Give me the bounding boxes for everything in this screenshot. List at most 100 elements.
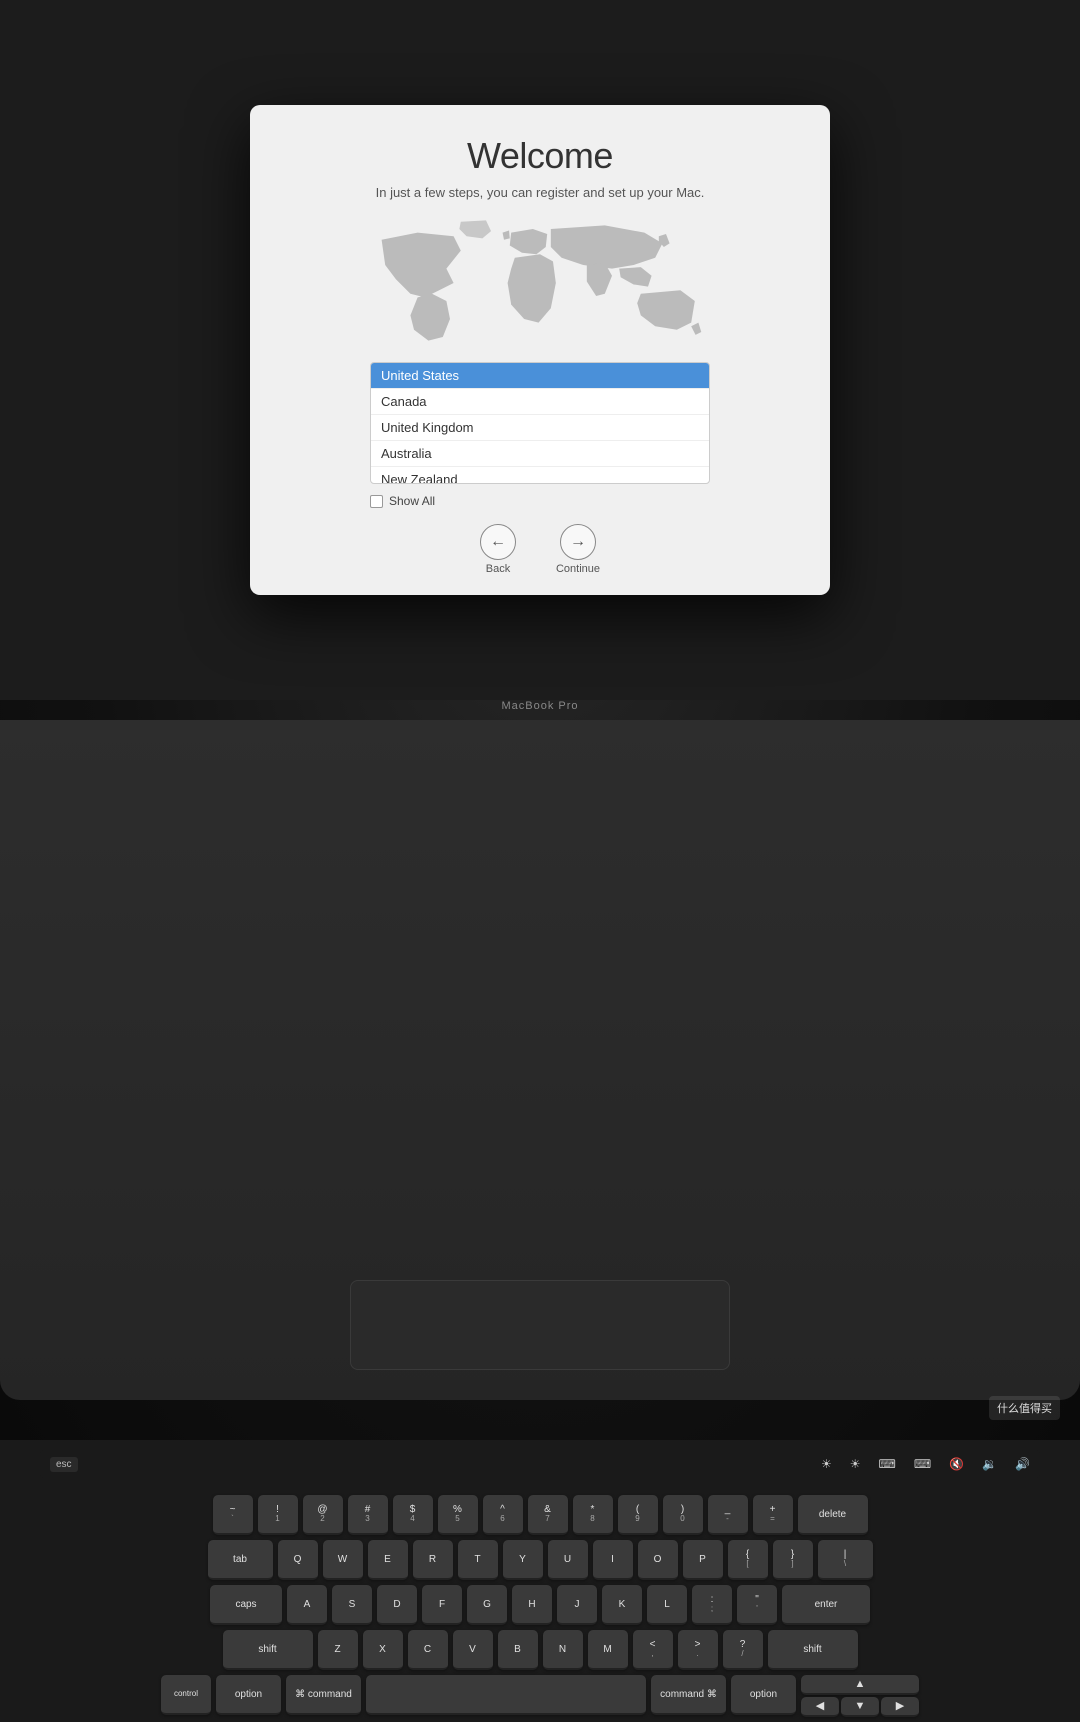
key-9[interactable]: (9 — [618, 1495, 658, 1535]
key-2[interactable]: @2 — [303, 1495, 343, 1535]
asdf-row: caps A S D F G H J K L :; "' enter — [25, 1585, 1055, 1625]
key-u[interactable]: U — [548, 1540, 588, 1580]
show-all-label: Show All — [389, 494, 435, 508]
qwerty-row: tab Q W E R T Y U I O P {[ }] |\ — [25, 1540, 1055, 1580]
window-subtitle: In just a few steps, you can register an… — [376, 185, 705, 200]
key-h[interactable]: H — [512, 1585, 552, 1625]
key-s[interactable]: S — [332, 1585, 372, 1625]
world-map-container — [290, 218, 790, 348]
key-slash[interactable]: ?/ — [723, 1630, 763, 1670]
back-label: Back — [486, 563, 510, 575]
keyboard: ~` !1 @2 #3 $4 %5 ^6 &7 *8 (9 )0 _- += d… — [25, 1495, 1055, 1722]
key-arrow-left[interactable]: ◀ — [801, 1697, 839, 1717]
key-shift-right[interactable]: shift — [768, 1630, 858, 1670]
keyboard-area: esc ☀ ☀ ⌨ ⌨ 🔇 🔉 🔊 ~` !1 @2 #3 $4 %5 ^6 &… — [0, 720, 1080, 1400]
country-item-au[interactable]: Australia — [371, 441, 709, 467]
key-rbracket[interactable]: }] — [773, 1540, 813, 1580]
key-z[interactable]: Z — [318, 1630, 358, 1670]
key-3[interactable]: #3 — [348, 1495, 388, 1535]
back-button[interactable]: ← Back — [480, 524, 516, 575]
key-enter[interactable]: enter — [782, 1585, 870, 1625]
key-w[interactable]: W — [323, 1540, 363, 1580]
key-comma[interactable]: <, — [633, 1630, 673, 1670]
key-4[interactable]: $4 — [393, 1495, 433, 1535]
world-map-icon — [360, 218, 720, 348]
key-arrow-down[interactable]: ▼ — [841, 1697, 879, 1717]
nav-buttons: ← Back → Continue — [480, 524, 600, 575]
key-delete[interactable]: delete — [798, 1495, 868, 1535]
country-item-nz[interactable]: New Zealand — [371, 467, 709, 484]
backlight-icon: ⌨ — [878, 1457, 895, 1471]
key-arrow-right[interactable]: ▶ — [881, 1697, 919, 1717]
brightness-up-icon: ☀ — [850, 1457, 861, 1471]
key-0[interactable]: )0 — [663, 1495, 703, 1535]
zxcv-row: shift Z X C V B N M <, >. ?/ shift — [25, 1630, 1055, 1670]
country-item-us[interactable]: United States — [371, 363, 709, 389]
key-d[interactable]: D — [377, 1585, 417, 1625]
volume-down-icon: 🔉 — [982, 1457, 997, 1471]
key-c[interactable]: C — [408, 1630, 448, 1670]
country-item-uk[interactable]: United Kingdom — [371, 415, 709, 441]
key-n[interactable]: N — [543, 1630, 583, 1670]
key-equals[interactable]: += — [753, 1495, 793, 1535]
key-8[interactable]: *8 — [573, 1495, 613, 1535]
backlight-up-icon: ⌨ — [914, 1457, 931, 1471]
screen-area: Welcome In just a few steps, you can reg… — [0, 0, 1080, 700]
key-control[interactable]: control — [161, 1675, 211, 1715]
key-period[interactable]: >. — [678, 1630, 718, 1670]
key-6[interactable]: ^6 — [483, 1495, 523, 1535]
key-i[interactable]: I — [593, 1540, 633, 1580]
key-1[interactable]: !1 — [258, 1495, 298, 1535]
key-option-left[interactable]: option — [216, 1675, 281, 1715]
key-t[interactable]: T — [458, 1540, 498, 1580]
brightness-down-icon: ☀ — [821, 1457, 832, 1471]
key-5[interactable]: %5 — [438, 1495, 478, 1535]
key-space[interactable] — [366, 1675, 646, 1715]
key-backslash[interactable]: |\ — [818, 1540, 873, 1580]
key-arrow-up[interactable]: ▲ — [801, 1675, 919, 1695]
setup-window: Welcome In just a few steps, you can reg… — [250, 105, 830, 595]
key-m[interactable]: M — [588, 1630, 628, 1670]
esc-key[interactable]: esc — [50, 1457, 78, 1472]
key-shift-left[interactable]: shift — [223, 1630, 313, 1670]
continue-label: Continue — [556, 563, 600, 575]
key-j[interactable]: J — [557, 1585, 597, 1625]
key-tab[interactable]: tab — [208, 1540, 273, 1580]
key-b[interactable]: B — [498, 1630, 538, 1670]
key-g[interactable]: G — [467, 1585, 507, 1625]
key-command-right[interactable]: command ⌘ — [651, 1675, 726, 1715]
watermark: 什么值得买 — [989, 1396, 1060, 1420]
key-capslock[interactable]: caps — [210, 1585, 282, 1625]
key-r[interactable]: R — [413, 1540, 453, 1580]
key-quote[interactable]: "' — [737, 1585, 777, 1625]
key-o[interactable]: O — [638, 1540, 678, 1580]
key-f[interactable]: F — [422, 1585, 462, 1625]
key-q[interactable]: Q — [278, 1540, 318, 1580]
key-x[interactable]: X — [363, 1630, 403, 1670]
key-7[interactable]: &7 — [528, 1495, 568, 1535]
key-minus[interactable]: _- — [708, 1495, 748, 1535]
continue-button[interactable]: → Continue — [556, 524, 600, 575]
window-title: Welcome — [467, 135, 613, 177]
key-v[interactable]: V — [453, 1630, 493, 1670]
mute-icon: 🔇 — [949, 1457, 964, 1471]
key-e[interactable]: E — [368, 1540, 408, 1580]
bottom-row: control option ⌘ command command ⌘ optio… — [25, 1675, 1055, 1717]
show-all-checkbox[interactable] — [370, 495, 383, 508]
country-item-ca[interactable]: Canada — [371, 389, 709, 415]
show-all-row: Show All — [370, 494, 710, 508]
key-semicolon[interactable]: :; — [692, 1585, 732, 1625]
key-a[interactable]: A — [287, 1585, 327, 1625]
touch-bar-icons: ☀ ☀ ⌨ ⌨ 🔇 🔉 🔊 — [821, 1457, 1030, 1471]
key-l[interactable]: L — [647, 1585, 687, 1625]
key-y[interactable]: Y — [503, 1540, 543, 1580]
key-p[interactable]: P — [683, 1540, 723, 1580]
key-command-left[interactable]: ⌘ command — [286, 1675, 361, 1715]
volume-up-icon: 🔊 — [1015, 1457, 1030, 1471]
touch-bar: esc ☀ ☀ ⌨ ⌨ 🔇 🔉 🔊 — [40, 1450, 1040, 1478]
key-k[interactable]: K — [602, 1585, 642, 1625]
key-lbracket[interactable]: {[ — [728, 1540, 768, 1580]
trackpad[interactable] — [350, 1280, 730, 1370]
key-option-right[interactable]: option — [731, 1675, 796, 1715]
key-tilde[interactable]: ~` — [213, 1495, 253, 1535]
